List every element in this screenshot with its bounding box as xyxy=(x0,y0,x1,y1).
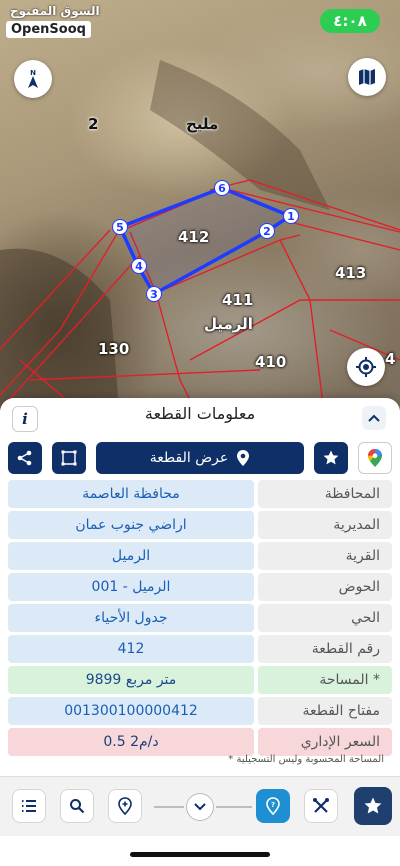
row-label: الحي xyxy=(258,604,392,632)
row-village: الرميل القرية xyxy=(8,542,392,570)
row-parcel-key: 001300100000412 مفتاح القطعة xyxy=(8,697,392,725)
map-label-parcel-410: 410 xyxy=(255,353,287,371)
tools-icon xyxy=(313,798,329,813)
row-area: 9899 متر مربع المساحة * xyxy=(8,666,392,694)
location-question-icon: ? xyxy=(266,797,280,815)
toolbar-divider xyxy=(154,806,184,808)
row-label: المساحة * xyxy=(258,666,392,694)
row-value: محافظة العاصمة xyxy=(8,480,254,508)
location-pin-icon xyxy=(237,450,250,466)
add-pin-icon xyxy=(118,797,132,815)
row-value: 9899 متر مربع xyxy=(8,666,254,694)
row-label: الحوض xyxy=(258,573,392,601)
row-value: الرميل xyxy=(8,542,254,570)
status-time: ٤:٠٨ xyxy=(320,9,380,33)
compass-button[interactable]: N xyxy=(14,60,52,98)
expand-toolbar-button[interactable] xyxy=(186,793,214,821)
row-label: المحافظة xyxy=(258,480,392,508)
svg-text:?: ? xyxy=(271,801,275,809)
add-location-button[interactable] xyxy=(108,789,142,823)
share-icon xyxy=(17,450,32,466)
query-location-button[interactable]: ? xyxy=(256,789,290,823)
star-icon xyxy=(323,450,339,465)
map-label-parcel-413: 413 xyxy=(335,264,367,282)
collapse-panel-button[interactable] xyxy=(362,406,386,430)
polygon-icon xyxy=(61,450,77,466)
brand-logo: السوق المفتوح OpenSooq xyxy=(6,4,100,38)
vertex-3: 3 xyxy=(146,286,162,302)
row-label: المديرية xyxy=(258,511,392,539)
vertex-2: 2 xyxy=(259,223,275,239)
locate-me-button[interactable] xyxy=(347,348,385,386)
compass-icon: N xyxy=(28,69,38,88)
area-footnote: * المساحة المحسوبة وليس التسجيلية xyxy=(228,754,384,765)
google-maps-pin-icon xyxy=(368,449,382,467)
vertex-5: 5 xyxy=(112,219,128,235)
row-label: مفتاح القطعة xyxy=(258,697,392,725)
toolbar-divider xyxy=(216,806,252,808)
search-icon xyxy=(70,799,85,814)
map-label-parcel-edge: 4 xyxy=(385,350,396,368)
row-label: رقم القطعة xyxy=(258,635,392,663)
parcel-details-table: محافظة العاصمة المحافظة اراضي جنوب عمان … xyxy=(8,480,392,765)
saved-parcels-button[interactable] xyxy=(354,787,392,825)
map-label-parcel-411: 411 xyxy=(222,291,254,309)
vertex-1: 1 xyxy=(283,208,299,224)
show-parcel-button[interactable]: عرض القطعة xyxy=(96,442,304,474)
draw-shape-button[interactable] xyxy=(52,442,86,474)
svg-text:N: N xyxy=(30,69,36,77)
map-icon xyxy=(359,69,375,85)
parcel-overlay xyxy=(0,60,400,420)
row-governorate: محافظة العاصمة المحافظة xyxy=(8,480,392,508)
map-label-village: الرميل xyxy=(204,315,253,333)
row-basin: الرميل - 001 الحوض xyxy=(8,573,392,601)
panel-actions: عرض القطعة xyxy=(8,442,392,474)
share-button[interactable] xyxy=(8,442,42,474)
map-label-parcel-412: 412 xyxy=(178,228,210,246)
row-value: 412 xyxy=(8,635,254,663)
tools-button[interactable] xyxy=(304,789,338,823)
map-label-parcel-2: 2 xyxy=(88,115,99,133)
map-label-parcel-130: 130 xyxy=(98,340,130,358)
vertex-4: 4 xyxy=(131,258,147,274)
home-indicator xyxy=(130,852,270,857)
row-value: جدول الأحياء xyxy=(8,604,254,632)
status-bar: السوق المفتوح OpenSooq ٤:٠٨ xyxy=(0,0,400,44)
list-icon xyxy=(22,800,36,812)
brand-name-ar: السوق المفتوح xyxy=(10,4,100,18)
bottom-toolbar: ? xyxy=(0,776,400,836)
map-label-region: مليح xyxy=(186,115,219,133)
row-label: القرية xyxy=(258,542,392,570)
search-button[interactable] xyxy=(60,789,94,823)
row-value: الرميل - 001 xyxy=(8,573,254,601)
row-directorate: اراضي جنوب عمان المديرية xyxy=(8,511,392,539)
row-neighborhood: جدول الأحياء الحي xyxy=(8,604,392,632)
satellite-map[interactable]: 1 2 3 4 5 6 2 مليح 412 413 411 الرميل 13… xyxy=(0,0,400,420)
vertex-6: 6 xyxy=(214,180,230,196)
row-value: اراضي جنوب عمان xyxy=(8,511,254,539)
row-value: 001300100000412 xyxy=(8,697,254,725)
brand-name-en: OpenSooq xyxy=(6,21,91,38)
row-label: السعر الإداري xyxy=(258,728,392,756)
star-icon xyxy=(364,797,382,814)
show-parcel-label: عرض القطعة xyxy=(149,450,229,466)
crosshair-icon xyxy=(356,357,376,377)
map-layers-button[interactable] xyxy=(348,58,386,96)
row-admin-price: 0.5 د/م2 السعر الإداري xyxy=(8,728,392,756)
list-button[interactable] xyxy=(12,789,46,823)
row-value: 0.5 د/م2 xyxy=(8,728,254,756)
google-maps-button[interactable] xyxy=(358,442,392,474)
row-parcel-number: 412 رقم القطعة xyxy=(8,635,392,663)
favorite-button[interactable] xyxy=(314,442,348,474)
chevron-down-icon xyxy=(194,803,206,811)
chevron-up-icon xyxy=(368,414,380,422)
panel-title: معلومات القطعة xyxy=(144,404,256,423)
